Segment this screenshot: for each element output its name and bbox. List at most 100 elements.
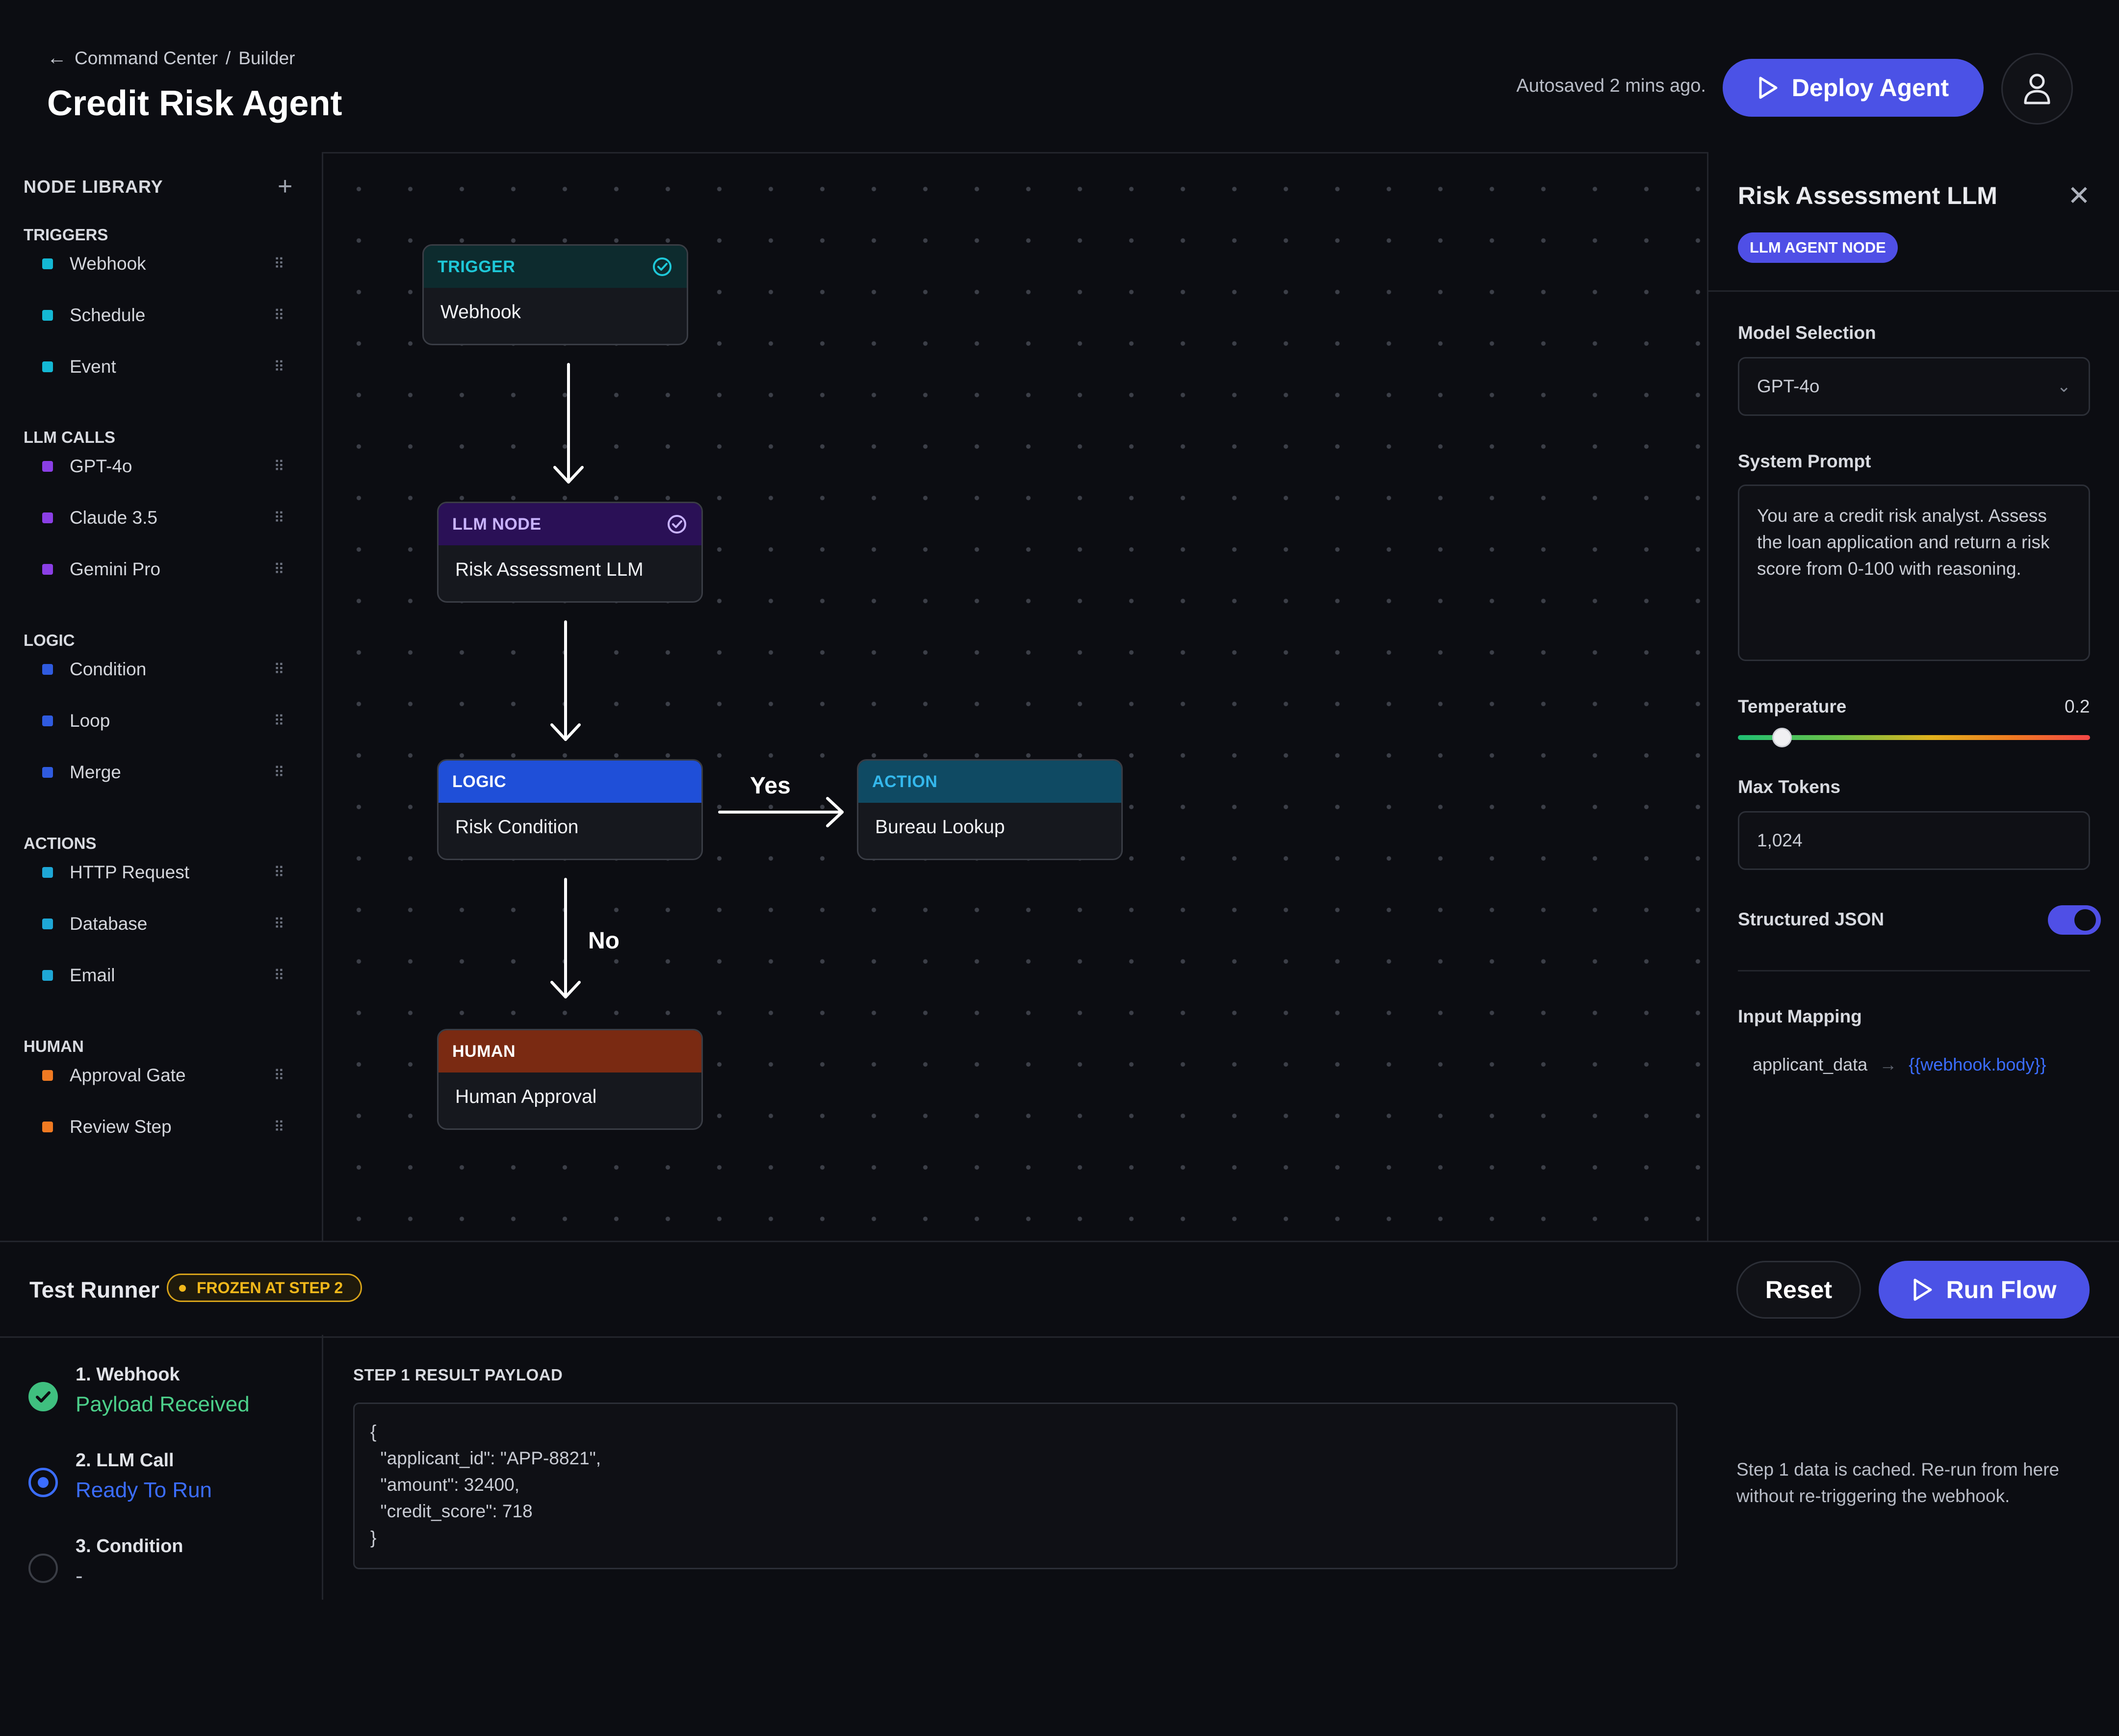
test-step-status: - (76, 1564, 83, 1588)
library-item[interactable]: Merge ⠿ (42, 758, 284, 787)
node-type-label: LLM NODE (452, 514, 542, 534)
library-group-title: ACTIONS (24, 834, 97, 852)
node-label: Risk Assessment LLM (455, 559, 644, 580)
library-item[interactable]: Gemini Pro ⠿ (42, 555, 284, 584)
node-color-dot (42, 361, 53, 372)
drag-handle-icon[interactable]: ⠿ (274, 1067, 284, 1084)
test-step-name: 1. Webhook (76, 1364, 180, 1385)
node-header: HUMAN (439, 1030, 701, 1072)
temperature-slider-thumb[interactable] (1772, 728, 1792, 747)
temperature-label: Temperature (1738, 696, 1847, 716)
edge-llm-to-logic (550, 620, 581, 741)
mapping-target[interactable]: {{webhook.body}} (1909, 1054, 2046, 1075)
edge-logic-to-action (718, 797, 844, 827)
library-item[interactable]: HTTP Request ⠿ (42, 858, 284, 887)
library-item[interactable]: Schedule ⠿ (42, 301, 284, 330)
deploy-agent-button[interactable]: Deploy Agent (1723, 59, 1984, 117)
test-runner-bar: Test Runner FROZEN AT STEP 2 Reset Run F… (0, 1241, 2119, 1338)
test-step[interactable]: 2. LLM Call Ready To Run (28, 1450, 212, 1503)
test-step-status: Payload Received (76, 1392, 250, 1416)
page-title: Credit Risk Agent (47, 84, 342, 123)
library-group-title: LOGIC (24, 631, 75, 649)
close-icon[interactable]: ✕ (2067, 179, 2091, 212)
model-select-value: GPT-4o (1757, 376, 1820, 396)
node-header: TRIGGER (424, 246, 687, 288)
flow-canvas[interactable]: Yes No TRIGGER Webhook LLM NODE Risk Assess… (322, 152, 1708, 1242)
library-item[interactable]: GPT-4o ⠿ (42, 452, 284, 481)
library-item[interactable]: Webhook ⠿ (42, 249, 284, 279)
node-color-dot (42, 867, 53, 878)
model-select[interactable]: GPT-4o ⌄ (1738, 357, 2090, 416)
cache-note: Step 1 data is cached. Re-run from here … (1736, 1459, 2060, 1506)
play-icon (1913, 1278, 1932, 1301)
structured-json-toggle[interactable] (2048, 905, 2101, 935)
arrow-left-icon[interactable]: ← (47, 47, 67, 69)
flow-node-human[interactable]: HUMAN Human Approval (437, 1029, 703, 1130)
node-color-dot (42, 1122, 53, 1132)
drag-handle-icon[interactable]: ⠿ (274, 255, 284, 273)
node-header: LLM NODE (439, 503, 701, 545)
drag-handle-icon[interactable]: ⠿ (274, 967, 284, 984)
library-item[interactable]: Loop ⠿ (42, 706, 284, 736)
system-prompt-textarea[interactable]: You are a credit risk analyst. Assess th… (1738, 485, 2090, 661)
library-item[interactable]: Condition ⠿ (42, 655, 284, 684)
library-item-label: Condition (70, 659, 147, 679)
breadcrumb-root[interactable]: Command Center (75, 48, 218, 69)
library-item[interactable]: Review Step ⠿ (42, 1112, 284, 1142)
node-color-dot (42, 512, 53, 523)
structured-json-label: Structured JSON (1738, 909, 1885, 929)
payload-title: STEP 1 RESULT PAYLOAD (353, 1366, 563, 1384)
library-item-label: Schedule (70, 305, 146, 325)
library-item[interactable]: Approval Gate ⠿ (42, 1061, 284, 1090)
node-color-dot (42, 310, 53, 321)
drag-handle-icon[interactable]: ⠿ (274, 764, 284, 781)
run-flow-button[interactable]: Run Flow (1879, 1261, 2090, 1319)
drag-handle-icon[interactable]: ⠿ (274, 916, 284, 933)
drag-handle-icon[interactable]: ⠿ (274, 510, 284, 527)
node-color-dot (42, 767, 53, 778)
library-item[interactable]: Claude 3.5 ⠿ (42, 503, 284, 533)
library-item-label: Merge (70, 762, 121, 782)
mapping-source: applicant_data (1753, 1054, 1868, 1074)
status-dot-icon (179, 1285, 186, 1292)
library-item-label: Claude 3.5 (70, 508, 157, 528)
library-item[interactable]: Email ⠿ (42, 961, 284, 990)
node-color-dot (42, 564, 53, 575)
drag-handle-icon[interactable]: ⠿ (274, 1119, 284, 1136)
library-item-label: Approval Gate (70, 1065, 186, 1085)
user-icon (2024, 74, 2050, 104)
max-tokens-label: Max Tokens (1738, 777, 1841, 797)
test-runner-title: Test Runner (29, 1277, 159, 1302)
flow-node-trigger[interactable]: TRIGGER Webhook (422, 244, 688, 345)
drag-handle-icon[interactable]: ⠿ (274, 358, 284, 376)
max-tokens-input[interactable]: 1,024 (1738, 811, 2090, 870)
drag-handle-icon[interactable]: ⠿ (274, 307, 284, 324)
drag-handle-icon[interactable]: ⠿ (274, 561, 284, 578)
breadcrumb-current: Builder (238, 48, 295, 68)
flow-node-llm-node[interactable]: LLM NODE Risk Assessment LLM (437, 502, 703, 603)
input-mapping-row[interactable]: applicant_data → {{webhook.body}} (1753, 1054, 2046, 1075)
node-color-dot (42, 919, 53, 929)
library-item-label: Database (70, 914, 148, 934)
node-color-dot (42, 461, 53, 472)
library-item[interactable]: Event ⠿ (42, 352, 284, 382)
drag-handle-icon[interactable]: ⠿ (274, 661, 284, 678)
toggle-knob (2074, 909, 2096, 931)
test-step[interactable]: 3. Condition - (28, 1536, 183, 1588)
plus-icon[interactable]: + (278, 172, 292, 201)
reset-button[interactable]: Reset (1736, 1261, 1861, 1319)
flow-node-action[interactable]: ACTION Bureau Lookup (857, 759, 1123, 860)
drag-handle-icon[interactable]: ⠿ (274, 458, 284, 475)
node-label: Risk Condition (455, 817, 579, 838)
drag-handle-icon[interactable]: ⠿ (274, 864, 284, 881)
result-payload-viewer[interactable]: { "applicant_id": "APP-8821", "amount": … (353, 1403, 1678, 1569)
node-type-label: HUMAN (452, 1042, 516, 1061)
edge-trigger-to-llm (553, 363, 584, 484)
node-label: Webhook (440, 302, 521, 323)
test-step[interactable]: 1. Webhook Payload Received (28, 1364, 250, 1417)
drag-handle-icon[interactable]: ⠿ (274, 713, 284, 730)
flow-node-logic[interactable]: LOGIC Risk Condition (437, 759, 703, 860)
library-item[interactable]: Database ⠿ (42, 909, 284, 939)
user-avatar-button[interactable] (2001, 53, 2073, 125)
edge-label-no: No (588, 928, 620, 954)
